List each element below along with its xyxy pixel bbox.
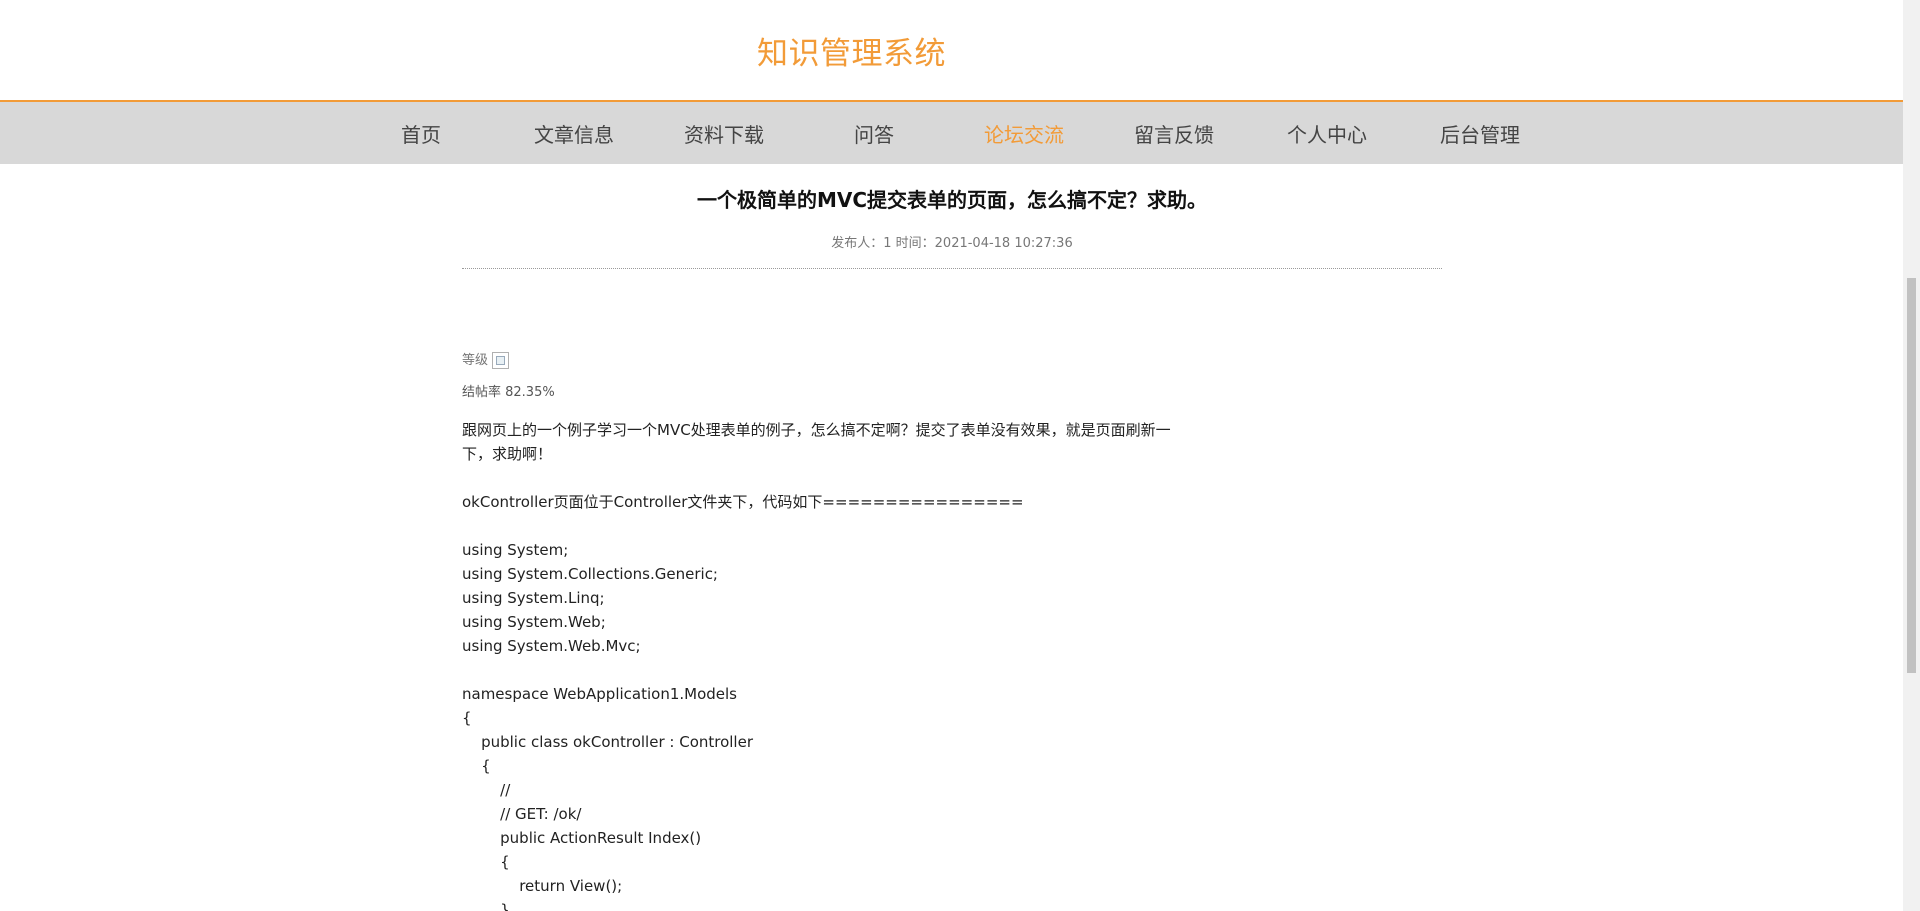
- code-line: using System.Linq;: [462, 589, 605, 607]
- nav-item-forum[interactable]: 论坛交流: [984, 119, 1064, 148]
- nav-item-admin[interactable]: 后台管理: [1440, 119, 1520, 148]
- body-line: okController页面位于Controller文件夹下，代码如下=====…: [462, 493, 1024, 511]
- page: 知识管理系统 首页 文章信息 资料下载 问答 论坛交流 留言反馈 个人中心 后台…: [0, 0, 1920, 911]
- nav-item-downloads[interactable]: 资料下载: [684, 119, 764, 148]
- post-title: 一个极简单的MVC提交表单的页面，怎么搞不定？求助。: [696, 188, 1208, 212]
- code-line: return View();: [462, 877, 623, 895]
- site-title[interactable]: 知识管理系统: [757, 28, 946, 73]
- code-line: {: [462, 709, 472, 727]
- code-block: using System; using System.Collections.Ge…: [462, 538, 1222, 911]
- nav-item-articles[interactable]: 文章信息: [534, 119, 614, 148]
- code-line: public class okController : Controller: [462, 733, 753, 751]
- code-line: {: [462, 757, 491, 775]
- code-line: //: [462, 781, 511, 799]
- code-line: public ActionResult Index(): [462, 829, 702, 847]
- post-body: 跟网页上的一个例子学习一个MVC处理表单的例子，怎么搞不定啊？提交了表单没有效果…: [462, 418, 1222, 911]
- post-divider: [462, 268, 1442, 269]
- code-line: using System.Web.Mvc;: [462, 637, 641, 655]
- code-line: {: [462, 853, 510, 871]
- user-level: 等级: [462, 349, 510, 369]
- nav-item-qa[interactable]: 问答: [854, 119, 894, 148]
- code-line: namespace WebApplication1.Models: [462, 685, 737, 703]
- body-line: 下，求助啊！: [462, 445, 553, 463]
- close-rate: 结帖率 82.35%: [462, 385, 555, 400]
- nav-item-profile[interactable]: 个人中心: [1287, 119, 1367, 148]
- page-scrollbar[interactable]: [1903, 0, 1920, 911]
- nav-item-home[interactable]: 首页: [401, 119, 441, 148]
- scrollbar-thumb[interactable]: [1907, 278, 1916, 673]
- nav-item-feedback[interactable]: 留言反馈: [1134, 119, 1214, 148]
- body-line: 跟网页上的一个例子学习一个MVC处理表单的例子，怎么搞不定啊？提交了表单没有效果…: [462, 421, 1171, 439]
- broken-image-icon: [492, 352, 510, 369]
- site-header: 知识管理系统: [0, 0, 1903, 102]
- code-line: using System.Web;: [462, 613, 606, 631]
- code-line: using System;: [462, 541, 569, 559]
- code-line: }: [462, 901, 510, 911]
- level-label: 等级: [462, 353, 489, 368]
- code-line: using System.Collections.Generic;: [462, 565, 718, 583]
- main-nav: 首页 文章信息 资料下载 问答 论坛交流 留言反馈 个人中心 后台管理: [0, 102, 1903, 164]
- post-meta: 发布人：1 时间：2021-04-18 10:27:36: [831, 236, 1073, 251]
- code-line: // GET: /ok/: [462, 805, 582, 823]
